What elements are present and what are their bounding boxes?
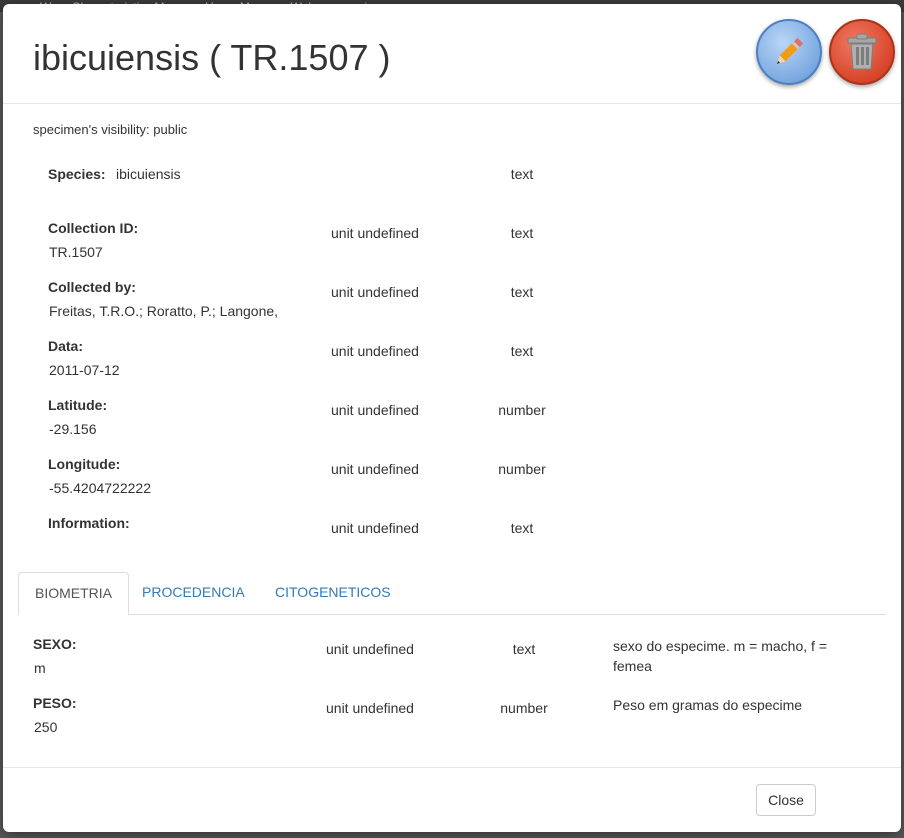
edit-button[interactable] [756,19,822,85]
field-label: Latitude: [48,397,108,413]
modal-footer: Close [3,767,901,832]
tab-citogeneticos[interactable]: CITOGENETICOS [259,572,407,613]
species-label: Species: [48,166,106,182]
category-tabs: BIOMETRIA PROCEDENCIA CITOGENETICOS [18,572,886,615]
modal-header: ibicuiensis ( TR.1507 ) [3,4,901,104]
field-label: Data: [48,338,84,354]
tab-biometria[interactable]: BIOMETRIA [18,572,130,615]
field-row-data: Data: 2011-07-12 unit undefined text [48,338,534,378]
delete-button[interactable] [829,19,895,85]
field-label: Longitude: [48,456,121,472]
modal-title: ibicuiensis ( TR.1507 ) [33,37,391,78]
field-description: Peso em gramas do especime [613,697,803,713]
field-value: -55.4204722222 [49,480,151,496]
field-label: Collection ID: [48,220,139,236]
species-row: Species: ibicuiensis text [48,166,534,182]
field-label: PESO: [33,695,77,711]
field-unit: unit undefined [331,343,419,359]
field-unit: unit undefined [326,641,414,657]
tab-procedencia[interactable]: PROCEDENCIA [126,572,261,613]
field-row-collection-id: Collection ID: TR.1507 unit undefined te… [48,220,534,260]
field-value: m [34,660,46,676]
field-value: -29.156 [49,421,97,437]
field-row-longitude: Longitude: -55.4204722222 unit undefined… [48,456,546,496]
field-value: 250 [34,719,58,735]
field-unit: unit undefined [331,284,419,300]
field-unit: unit undefined [331,520,419,536]
field-unit: unit undefined [331,402,419,418]
close-button[interactable]: Close [756,784,816,816]
biometria-row-peso: PESO: 250 unit undefined number Peso em … [33,695,863,750]
species-value: ibicuiensis [116,166,181,182]
field-row-latitude: Latitude: -29.156 unit undefined number [48,397,546,437]
field-value: TR.1507 [49,244,103,260]
field-value: Freitas, T.R.O.; Roratto, P.; Langone, [49,303,279,319]
field-label: SEXO: [33,636,77,652]
field-value: 2011-07-12 [49,362,120,378]
trash-icon [847,33,877,70]
field-description: sexo do especime. m = macho, f = femea [613,638,827,674]
field-label: Information: [48,515,130,531]
pencil-icon [776,37,804,65]
specimen-modal: ibicuiensis ( TR.1507 ) specimen's visib… [3,4,901,832]
field-unit: unit undefined [326,700,414,716]
field-unit: unit undefined [331,225,419,241]
field-unit: unit undefined [331,461,419,477]
visibility-status: specimen's visibility: public [33,122,188,137]
field-label: Collected by: [48,279,136,295]
field-row-information: Information: unit undefined text [48,515,534,536]
field-row-collected-by: Collected by: Freitas, T.R.O.; Roratto, … [48,279,534,319]
biometria-row-sexo: SEXO: m unit undefined text sexo do espe… [33,636,863,691]
